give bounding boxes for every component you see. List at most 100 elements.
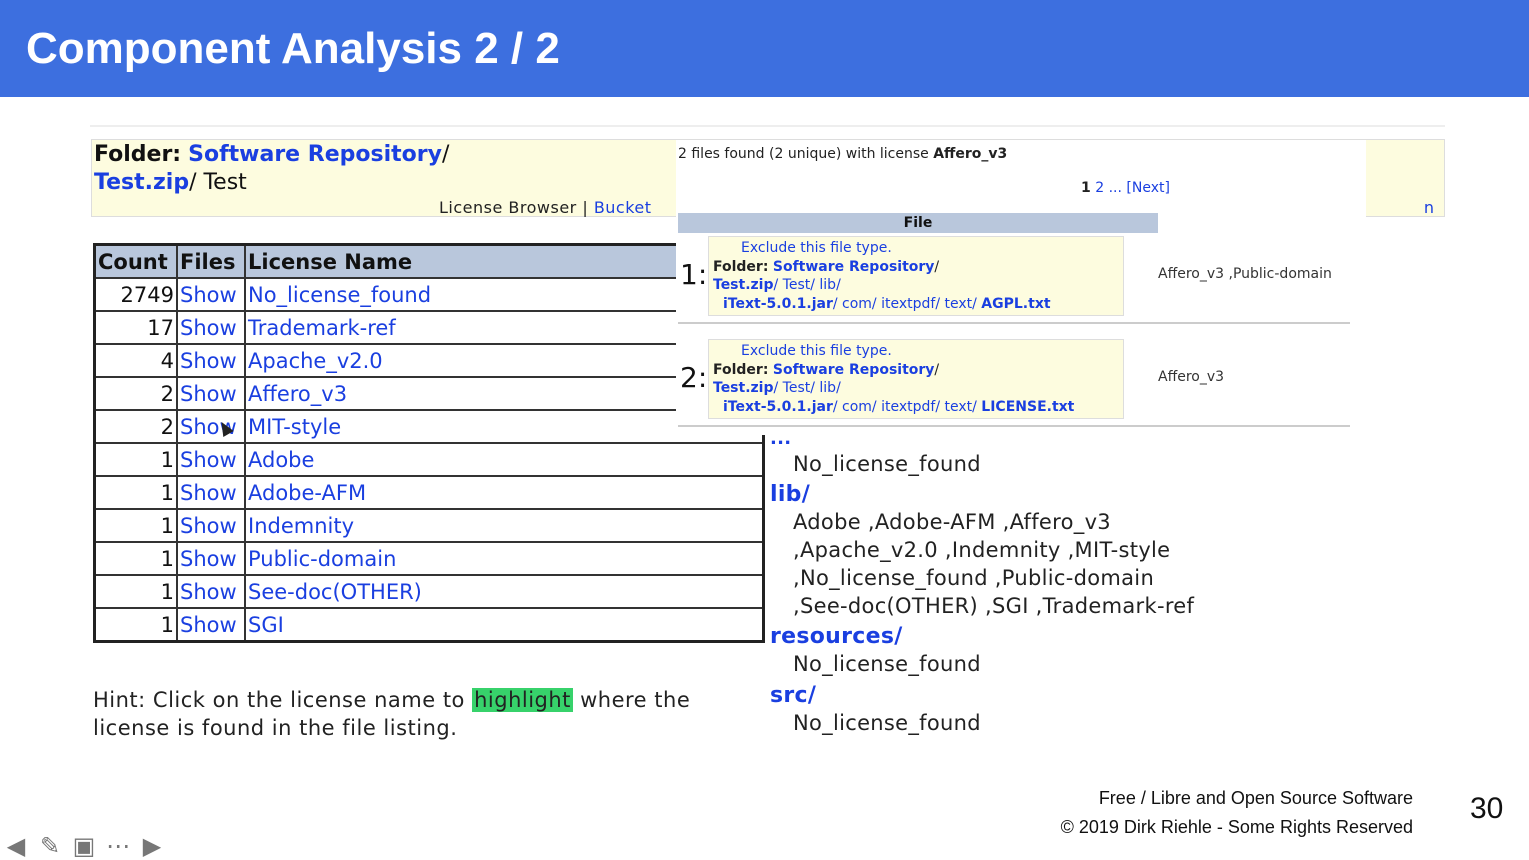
entry-jar-link[interactable]: iText-5.0.1.jar	[723, 399, 833, 415]
tree-dir-lib[interactable]: lib/	[770, 482, 810, 507]
show-link[interactable]: Show	[176, 541, 246, 576]
footer-line1: Free / Libre and Open Source Software	[1098, 788, 1413, 808]
license-table: Count Files License Name 2749 Show No_lice…	[93, 243, 765, 643]
path-separator: /	[441, 142, 450, 167]
tree-dir-src[interactable]: src/	[770, 683, 816, 708]
table-row: 1 Show See-doc(OTHER)	[93, 574, 765, 609]
more-icon[interactable]: ⋯	[104, 832, 132, 860]
tree-license-line: Adobe ,Adobe-AFM ,Affero_v3	[793, 510, 1111, 534]
count-cell: 17	[93, 310, 178, 345]
nav-edge-link[interactable]: n	[1424, 198, 1434, 217]
entry-path1[interactable]: / Test/ lib/	[774, 277, 841, 293]
folder-rest: / Test	[189, 170, 247, 195]
entry-path-box: Exclude this file type. Folder: Software…	[708, 236, 1124, 316]
entry-folder-label: Folder:	[713, 258, 769, 275]
entry-repo-link[interactable]: Software Repository	[773, 362, 935, 378]
entry-path2[interactable]: / com/ itextpdf/ text/	[833, 399, 977, 415]
count-header: Count	[93, 243, 178, 279]
entry-zip-link[interactable]: Test.zip	[713, 277, 774, 293]
show-link[interactable]: Show	[176, 607, 246, 643]
entry-jar-link[interactable]: iText-5.0.1.jar	[723, 296, 833, 312]
entry-divider	[678, 322, 1350, 324]
entry-zip-link[interactable]: Test.zip	[713, 380, 774, 396]
count-cell: 2	[93, 376, 178, 411]
exclude-file-type-link[interactable]: Exclude this file type.	[713, 342, 1123, 361]
show-link[interactable]: Show	[176, 574, 246, 609]
count-cell: 1	[93, 508, 178, 543]
tree-license-line: No_license_found	[793, 652, 981, 676]
tree-dir-resources[interactable]: resources/	[770, 624, 903, 649]
folder-path-line2: Test.zip/ Test	[94, 170, 247, 195]
license-files-popup: 2 files found (2 unique) with license Af…	[676, 140, 1366, 435]
slides-icon[interactable]: ▣	[70, 832, 98, 860]
page-number: 30	[1470, 792, 1504, 825]
count-cell: 2749	[93, 277, 178, 312]
count-cell: 4	[93, 343, 178, 378]
entry-repo-link[interactable]: Software Repository	[773, 259, 935, 275]
found-summary: 2 files found (2 unique) with license Af…	[678, 146, 1007, 162]
entry-licenses: Affero_v3 ,Public-domain	[1158, 266, 1332, 282]
table-row: 2 Show Affero_v3	[93, 376, 765, 411]
show-link[interactable]: Show	[176, 475, 246, 510]
table-row: 2749 Show No_license_found	[93, 277, 765, 312]
divider	[90, 125, 1445, 127]
table-row: 2 Show MIT-style	[93, 409, 765, 444]
file-entry: 2: Exclude this file type. Folder: Softw…	[678, 339, 1350, 429]
show-link[interactable]: Show	[176, 508, 246, 543]
count-cell: 1	[93, 574, 178, 609]
show-link[interactable]: Show	[176, 343, 246, 378]
license-name-link[interactable]: Adobe-AFM	[244, 475, 765, 510]
entry-path1[interactable]: / Test/ lib/	[774, 380, 841, 396]
slide-title: Component Analysis 2 / 2	[26, 24, 560, 73]
hint-text: Hint: Click on the license name to highl…	[93, 686, 733, 742]
table-row: 17 Show Trademark-ref	[93, 310, 765, 345]
page-ellipsis: ...	[1108, 180, 1122, 196]
entry-file-link[interactable]: LICENSE.txt	[981, 399, 1074, 415]
arrow-right-icon[interactable]: ▶	[138, 832, 166, 860]
license-name-link[interactable]: See-doc(OTHER)	[244, 574, 765, 609]
count-cell: 1	[93, 475, 178, 510]
show-link[interactable]: Show	[176, 310, 246, 345]
table-row: 1 Show Adobe	[93, 442, 765, 477]
page-current: 1	[1081, 180, 1091, 196]
folder-label: Folder:	[94, 142, 182, 167]
next-page-link[interactable]: [Next]	[1126, 180, 1170, 196]
hint-before: Hint: Click on the license name to	[93, 688, 465, 712]
table-row: 1 Show SGI	[93, 607, 765, 643]
table-header-row: Count Files License Name	[93, 243, 765, 279]
license-name-link[interactable]: Public-domain	[244, 541, 765, 576]
table-row: 1 Show Public-domain	[93, 541, 765, 576]
tree-license-line: No_license_found	[793, 711, 981, 735]
license-name-link[interactable]: Adobe	[244, 442, 765, 477]
license-name-link[interactable]: Indemnity	[244, 508, 765, 543]
exclude-file-type-link[interactable]: Exclude this file type.	[713, 239, 1123, 258]
entry-number: 1:	[680, 258, 708, 291]
entry-file-link[interactable]: AGPL.txt	[981, 296, 1050, 312]
entry-path-box: Exclude this file type. Folder: Software…	[708, 339, 1124, 419]
entry-path2[interactable]: / com/ itextpdf/ text/	[833, 296, 977, 312]
bucket-link[interactable]: Bucket	[594, 198, 652, 217]
license-name-link[interactable]: SGI	[244, 607, 765, 643]
tree-license-line: ,Apache_v2.0 ,Indemnity ,MIT-style	[793, 538, 1171, 562]
found-text: 2 files found (2 unique) with license	[678, 146, 929, 162]
software-repository-link[interactable]: Software Repository	[188, 142, 442, 167]
file-entry: 1: Exclude this file type. Folder: Softw…	[678, 236, 1350, 326]
show-link[interactable]: Show	[176, 442, 246, 477]
entry-folder-label: Folder:	[713, 361, 769, 378]
show-link[interactable]: Show	[176, 277, 246, 312]
arrow-left-icon[interactable]: ◀	[2, 832, 30, 860]
test-zip-link[interactable]: Test.zip	[94, 170, 189, 195]
entry-divider	[678, 425, 1350, 427]
footer-line2: © 2019 Dirk Riehle - Some Rights Reserve…	[1060, 817, 1413, 837]
found-license: Affero_v3	[933, 146, 1008, 162]
slide-footer: Free / Libre and Open Source Software © …	[1061, 784, 1413, 842]
table-row: 1 Show Adobe-AFM	[93, 475, 765, 510]
pen-icon[interactable]: ✎	[36, 832, 64, 860]
show-link[interactable]: Show	[176, 409, 246, 444]
count-cell: 1	[93, 442, 178, 477]
show-link[interactable]: Show	[176, 376, 246, 411]
page-link[interactable]: 2	[1095, 180, 1104, 196]
file-column-header: File	[678, 213, 1158, 233]
tree-license-line: ,No_license_found ,Public-domain	[793, 566, 1155, 590]
tree-license-line: ,See-doc(OTHER) ,SGI ,Trademark-ref	[793, 594, 1195, 618]
